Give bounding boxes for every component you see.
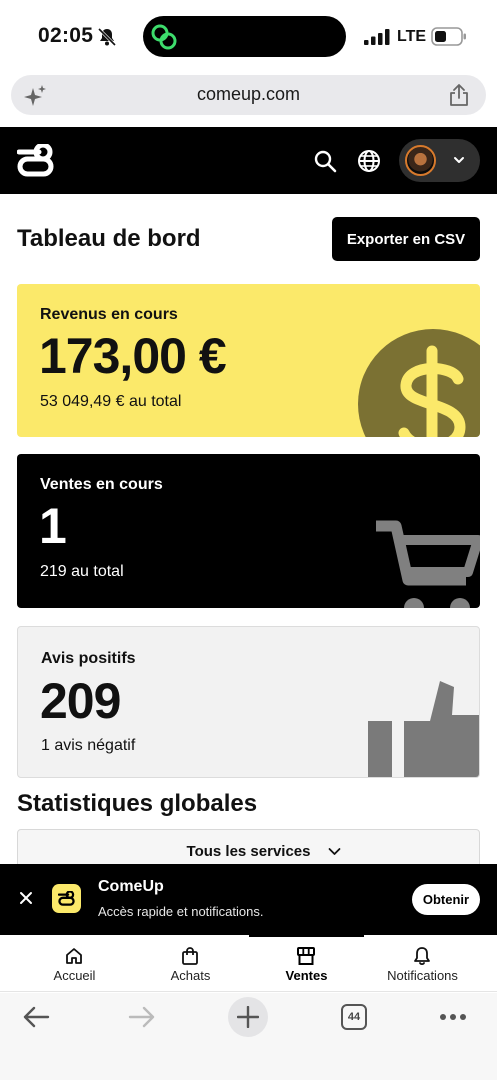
new-tab-button[interactable] bbox=[228, 997, 268, 1037]
tabs-button[interactable]: 44 bbox=[341, 1004, 367, 1030]
battery-icon bbox=[431, 27, 466, 46]
thumbs-up-icon bbox=[368, 681, 479, 777]
revenue-label: Revenus en cours bbox=[40, 306, 178, 323]
bottom-nav: Accueil Achats Ventes Notifications bbox=[0, 935, 497, 992]
nav-label: Ventes bbox=[285, 968, 328, 983]
avatar bbox=[405, 145, 436, 176]
sales-value: 1 bbox=[39, 498, 67, 554]
store-icon bbox=[297, 947, 315, 965]
reviews-value: 209 bbox=[40, 673, 121, 729]
nav-label: Accueil bbox=[53, 968, 96, 983]
page-title: Tableau de bord bbox=[17, 225, 201, 252]
share-icon[interactable] bbox=[448, 83, 470, 107]
nav-label: Notifications bbox=[387, 968, 458, 983]
app-install-banner: ComeUp Accès rapide et notifications. Ob… bbox=[0, 864, 497, 935]
nav-label: Achats bbox=[170, 968, 211, 983]
more-icon[interactable] bbox=[439, 1013, 467, 1021]
user-menu-button[interactable] bbox=[399, 139, 480, 182]
nav-item-accueil[interactable]: Accueil bbox=[17, 935, 132, 992]
signal-icon bbox=[364, 29, 390, 45]
comeup-app-icon bbox=[52, 884, 81, 913]
comeup-logo[interactable] bbox=[17, 144, 54, 177]
revenue-total: 53 049,49 € au total bbox=[40, 393, 182, 410]
services-dropdown-value: Tous les services bbox=[186, 843, 311, 860]
globe-icon[interactable] bbox=[357, 149, 381, 173]
shopping-cart-icon bbox=[376, 520, 480, 608]
chevron-down-icon bbox=[328, 848, 341, 855]
reviews-card: Avis positifs 209 1 avis négatif bbox=[17, 626, 480, 778]
chevron-down-icon bbox=[454, 157, 464, 163]
nav-item-ventes[interactable]: Ventes bbox=[249, 935, 364, 992]
sales-total: 219 au total bbox=[40, 563, 124, 580]
status-bar: 02:05 LTE bbox=[0, 0, 497, 72]
export-csv-button[interactable]: Exporter en CSV bbox=[332, 217, 480, 261]
bell-off-icon bbox=[97, 27, 117, 47]
revenue-card: Revenus en cours 173,00 € 53 049,49 € au… bbox=[17, 284, 480, 437]
get-app-button[interactable]: Obtenir bbox=[412, 884, 480, 915]
reviews-negative: 1 avis négatif bbox=[41, 737, 136, 754]
address-bar[interactable]: comeup.com bbox=[11, 75, 486, 115]
sales-label: Ventes en cours bbox=[40, 476, 163, 493]
network-type: LTE bbox=[397, 28, 427, 45]
status-time: 02:05 bbox=[38, 24, 94, 47]
stats-title: Statistiques globales bbox=[17, 790, 258, 817]
nav-item-achats[interactable]: Achats bbox=[133, 935, 248, 992]
dollar-coin-icon bbox=[358, 329, 480, 437]
banner-app-name: ComeUp bbox=[98, 878, 164, 895]
shopping-bag-icon bbox=[182, 947, 198, 965]
link-app-icon bbox=[151, 24, 177, 50]
nav-item-notifications[interactable]: Notifications bbox=[365, 935, 480, 992]
search-icon[interactable] bbox=[313, 149, 337, 173]
url-text[interactable]: comeup.com bbox=[11, 84, 486, 105]
forward-arrow-icon[interactable] bbox=[128, 1005, 156, 1029]
revenue-value: 173,00 € bbox=[39, 328, 227, 384]
banner-description: Accès rapide et notifications. bbox=[98, 904, 264, 919]
home-icon bbox=[66, 948, 82, 964]
reviews-label: Avis positifs bbox=[41, 650, 136, 667]
sales-card: Ventes en cours 1 219 au total bbox=[17, 454, 480, 608]
browser-toolbar: 44 bbox=[0, 993, 497, 1080]
bell-icon bbox=[414, 947, 430, 966]
dynamic-island bbox=[143, 16, 346, 57]
plus-icon bbox=[237, 1006, 259, 1028]
close-icon[interactable] bbox=[19, 891, 33, 905]
back-arrow-icon[interactable] bbox=[22, 1005, 50, 1029]
